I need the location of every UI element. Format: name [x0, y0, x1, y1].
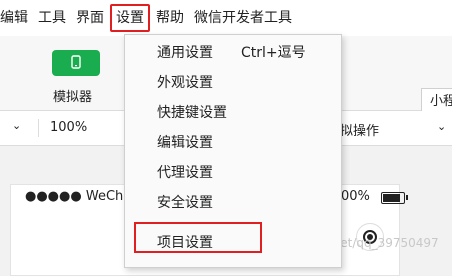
menu-item-shortcut: Ctrl+逗号: [241, 45, 306, 61]
zoom-select[interactable]: 100%: [50, 120, 87, 135]
menu-bar: 编辑 工具 界面 设置 帮助 微信开发者工具: [0, 0, 452, 36]
project-settings-highlight: [134, 222, 262, 253]
menu-item-shortcut-settings[interactable]: 快捷键设置: [125, 98, 341, 128]
menu-item-label: 快捷键设置: [157, 105, 227, 121]
chevron-down-icon[interactable]: ⌄: [437, 120, 446, 133]
menu-item-label: 安全设置: [157, 195, 213, 211]
menu-item-label: 外观设置: [157, 75, 213, 91]
chevron-down-icon[interactable]: ⌄: [12, 119, 21, 132]
simulator-button[interactable]: [52, 50, 100, 76]
menu-item-proxy-settings[interactable]: 代理设置: [125, 158, 341, 188]
simulator-label: 模拟器: [53, 90, 93, 105]
menu-item-label: 代理设置: [157, 165, 213, 181]
menu-help[interactable]: 帮助: [151, 4, 189, 32]
menu-item-editor-settings[interactable]: 编辑设置: [125, 128, 341, 158]
menu-settings[interactable]: 设置: [110, 4, 150, 32]
phone-icon: [71, 54, 81, 73]
menu-item-label: 通用设置: [157, 45, 213, 61]
carrier-text: ●●●●● WeChat: [25, 189, 137, 204]
menu-interface[interactable]: 界面: [71, 4, 109, 32]
simulate-operations-label[interactable]: 拟操作: [340, 120, 379, 139]
menu-wechat-devtools[interactable]: 微信开发者工具: [189, 4, 297, 32]
divider: [38, 119, 39, 137]
menu-item-general-settings[interactable]: 通用设置 Ctrl+逗号: [125, 38, 341, 68]
battery-icon: [381, 192, 408, 204]
menu-edit[interactable]: 编辑: [0, 4, 33, 32]
menu-item-appearance-settings[interactable]: 外观设置: [125, 68, 341, 98]
menu-tools[interactable]: 工具: [33, 4, 71, 32]
menu-item-security-settings[interactable]: 安全设置: [125, 188, 341, 218]
battery-text: 00%: [341, 189, 370, 204]
menu-item-label: 编辑设置: [157, 135, 213, 151]
